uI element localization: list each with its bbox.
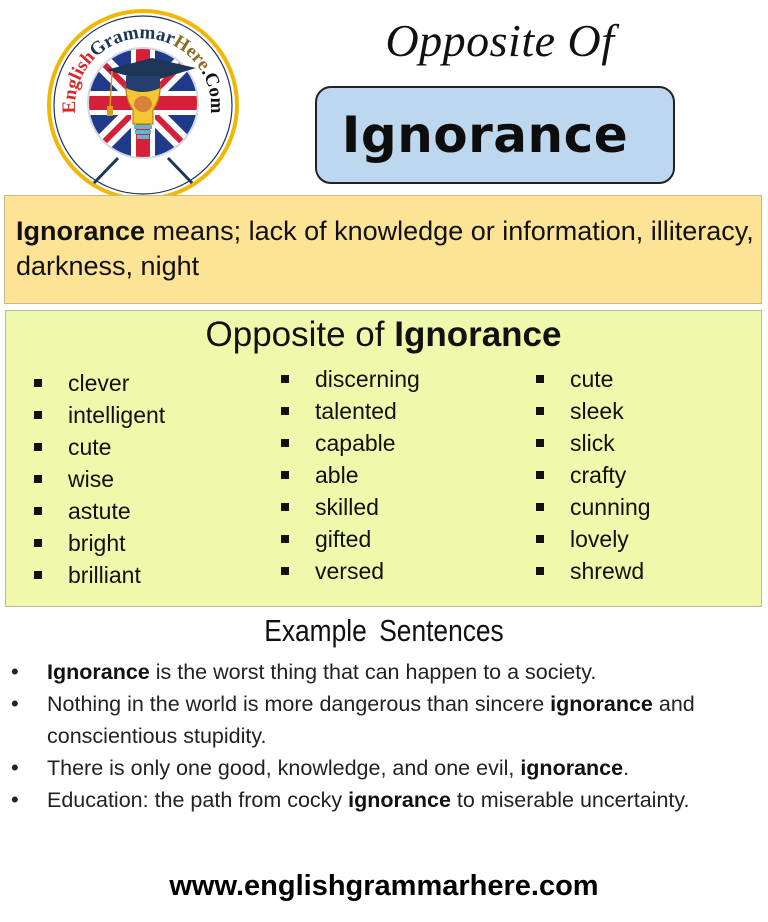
antonym-item: able bbox=[281, 459, 420, 491]
sentence-text: There is only one good, knowledge, and o… bbox=[47, 756, 521, 780]
antonym-item: lovely bbox=[536, 523, 651, 555]
examples-title: Example Sentences bbox=[264, 613, 504, 648]
antonym-item: sleek bbox=[536, 395, 651, 427]
definition-word: Ignorance bbox=[16, 216, 146, 246]
example-sentences: Ignorance is the worst thing that can ha… bbox=[8, 656, 758, 816]
antonym-item: slick bbox=[536, 427, 651, 459]
sentence-keyword: ignorance bbox=[520, 756, 624, 780]
antonyms-title: Opposite of Ignorance bbox=[6, 315, 761, 355]
sentence-text: . bbox=[623, 756, 630, 780]
example-sentence: Education: the path from cocky ignorance… bbox=[8, 784, 758, 816]
headword: Ignorance bbox=[341, 106, 629, 164]
antonym-item: versed bbox=[281, 555, 420, 587]
sentence-text: is the worst thing that can happen to a … bbox=[149, 660, 597, 684]
antonym-item: astute bbox=[34, 495, 165, 527]
page-title: Opposite Of bbox=[385, 15, 615, 66]
sentence-text: Education: the path from cocky bbox=[47, 788, 349, 812]
sentence-keyword: ignorance bbox=[550, 692, 653, 716]
antonym-item: discerning bbox=[281, 363, 420, 395]
footer-url: www.englishgrammarhere.com bbox=[169, 870, 599, 902]
example-sentence: Nothing in the world is more dangerous t… bbox=[8, 688, 758, 752]
antonym-column-1: clever intelligent cute wise astute brig… bbox=[34, 367, 165, 591]
antonym-item: cute bbox=[536, 363, 651, 395]
antonym-item: gifted bbox=[281, 523, 420, 555]
antonym-column-3: cute sleek slick crafty cunning lovely s… bbox=[536, 363, 651, 587]
antonym-item: clever bbox=[34, 367, 165, 399]
antonyms-title-prefix: Opposite of bbox=[205, 315, 395, 354]
antonym-item: shrewd bbox=[536, 555, 651, 587]
sentence-keyword: Ignorance bbox=[47, 660, 150, 684]
sentence-text: to miserable uncertainty. bbox=[450, 788, 690, 812]
sentence-text: Nothing in the world is more dangerous t… bbox=[47, 692, 551, 716]
example-sentence: There is only one good, knowledge, and o… bbox=[8, 752, 758, 784]
antonym-item: brilliant bbox=[34, 559, 165, 591]
site-logo: EnglishGrammarHere.Com bbox=[47, 9, 239, 201]
antonym-column-2: discerning talented capable able skilled… bbox=[281, 363, 420, 587]
antonym-item: bright bbox=[34, 527, 165, 559]
antonym-item: wise bbox=[34, 463, 165, 495]
antonym-item: intelligent bbox=[34, 399, 165, 431]
antonym-item: capable bbox=[281, 427, 420, 459]
sentence-keyword: ignorance bbox=[348, 788, 451, 812]
antonyms-box: Opposite of Ignorance clever intelligent… bbox=[5, 310, 762, 607]
word-box: Ignorance bbox=[315, 86, 675, 184]
antonym-item: crafty bbox=[536, 459, 651, 491]
antonym-item: cute bbox=[34, 431, 165, 463]
definition-box: Ignorance means; lack of knowledge or in… bbox=[4, 195, 762, 304]
example-sentence: Ignorance is the worst thing that can ha… bbox=[8, 656, 758, 688]
antonym-item: cunning bbox=[536, 491, 651, 523]
antonym-item: skilled bbox=[281, 491, 420, 523]
antonym-item: talented bbox=[281, 395, 420, 427]
antonyms-title-word: Ignorance bbox=[394, 315, 562, 354]
